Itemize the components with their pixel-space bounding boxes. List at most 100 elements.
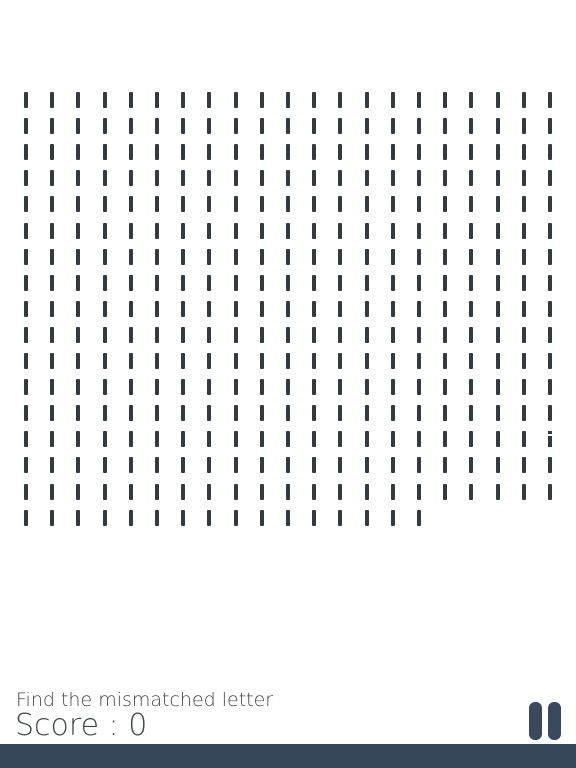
letter-cell[interactable] <box>39 165 65 191</box>
letter-cell[interactable] <box>144 218 170 244</box>
letter-cell[interactable] <box>275 87 301 113</box>
letter-cell[interactable] <box>13 296 39 322</box>
letter-cell[interactable] <box>511 479 537 505</box>
letter-cell[interactable] <box>511 113 537 139</box>
letter-cell[interactable] <box>511 374 537 400</box>
letter-cell[interactable] <box>380 87 406 113</box>
letter-cell[interactable] <box>39 374 65 400</box>
letter-cell[interactable] <box>144 505 170 531</box>
letter-cell[interactable] <box>432 452 458 478</box>
letter-cell[interactable] <box>170 348 196 374</box>
letter-cell[interactable] <box>458 139 484 165</box>
letter-cell[interactable] <box>65 296 91 322</box>
letter-cell[interactable] <box>65 113 91 139</box>
letter-cell[interactable] <box>354 244 380 270</box>
letter-cell[interactable] <box>275 244 301 270</box>
letter-cell[interactable] <box>511 348 537 374</box>
letter-cell[interactable] <box>485 452 511 478</box>
letter-cell[interactable] <box>485 113 511 139</box>
letter-cell[interactable] <box>170 505 196 531</box>
letter-cell[interactable] <box>354 87 380 113</box>
letter-cell[interactable] <box>511 87 537 113</box>
letter-cell[interactable] <box>275 479 301 505</box>
letter-cell[interactable] <box>39 218 65 244</box>
letter-cell[interactable] <box>170 87 196 113</box>
letter-cell[interactable] <box>511 400 537 426</box>
letter-cell[interactable] <box>144 374 170 400</box>
letter-cell[interactable] <box>118 244 144 270</box>
letter-cell[interactable] <box>65 191 91 217</box>
letter-cell[interactable] <box>354 505 380 531</box>
letter-cell[interactable] <box>354 400 380 426</box>
letter-cell[interactable] <box>354 270 380 296</box>
letter-cell[interactable] <box>249 322 275 348</box>
letter-cell[interactable] <box>327 270 353 296</box>
letter-cell[interactable] <box>249 191 275 217</box>
letter-cell[interactable] <box>406 296 432 322</box>
letter-cell[interactable] <box>13 113 39 139</box>
letter-cell[interactable] <box>65 505 91 531</box>
letter-cell[interactable] <box>406 87 432 113</box>
letter-cell[interactable] <box>92 244 118 270</box>
letter-cell[interactable] <box>223 218 249 244</box>
letter-cell[interactable] <box>485 191 511 217</box>
letter-cell[interactable] <box>170 165 196 191</box>
letter-cell[interactable] <box>275 218 301 244</box>
letter-cell[interactable] <box>144 165 170 191</box>
letter-cell[interactable] <box>13 322 39 348</box>
letter-cell[interactable] <box>458 191 484 217</box>
letter-cell[interactable] <box>144 426 170 452</box>
letter-cell[interactable] <box>380 113 406 139</box>
letter-cell[interactable] <box>223 113 249 139</box>
letter-cell[interactable] <box>196 165 222 191</box>
letter-cell[interactable] <box>39 479 65 505</box>
letter-cell[interactable] <box>118 426 144 452</box>
letter-cell[interactable] <box>144 296 170 322</box>
letter-cell[interactable] <box>301 165 327 191</box>
letter-cell[interactable] <box>249 426 275 452</box>
letter-cell[interactable] <box>275 191 301 217</box>
letter-cell[interactable] <box>485 348 511 374</box>
letter-cell[interactable] <box>65 270 91 296</box>
letter-cell[interactable] <box>380 165 406 191</box>
letter-cell[interactable] <box>39 113 65 139</box>
letter-cell[interactable] <box>432 244 458 270</box>
letter-cell[interactable] <box>275 165 301 191</box>
letter-cell[interactable] <box>327 165 353 191</box>
letter-cell[interactable] <box>13 452 39 478</box>
letter-cell[interactable] <box>354 348 380 374</box>
letter-cell[interactable] <box>327 113 353 139</box>
letter-cell[interactable] <box>406 218 432 244</box>
letter-cell[interactable] <box>170 296 196 322</box>
letter-cell[interactable] <box>275 374 301 400</box>
letter-cell[interactable] <box>170 270 196 296</box>
letter-cell[interactable] <box>118 479 144 505</box>
letter-cell[interactable] <box>537 270 563 296</box>
letter-cell[interactable] <box>485 322 511 348</box>
letter-cell[interactable] <box>432 348 458 374</box>
letter-cell[interactable] <box>92 165 118 191</box>
letter-cell[interactable] <box>406 348 432 374</box>
letter-cell[interactable] <box>432 374 458 400</box>
letter-cell[interactable] <box>406 452 432 478</box>
letter-cell[interactable] <box>354 296 380 322</box>
letter-cell[interactable] <box>485 165 511 191</box>
letter-cell[interactable] <box>196 87 222 113</box>
letter-cell[interactable] <box>354 452 380 478</box>
letter-cell[interactable] <box>13 139 39 165</box>
letter-cell[interactable] <box>196 113 222 139</box>
letter-cell[interactable] <box>537 218 563 244</box>
letter-cell[interactable] <box>144 479 170 505</box>
letter-cell[interactable] <box>354 165 380 191</box>
letter-cell[interactable] <box>92 452 118 478</box>
letter-cell[interactable] <box>275 139 301 165</box>
letter-cell[interactable] <box>144 191 170 217</box>
letter-cell[interactable] <box>39 400 65 426</box>
letter-cell[interactable] <box>406 244 432 270</box>
letter-cell[interactable] <box>92 505 118 531</box>
letter-cell[interactable] <box>65 348 91 374</box>
letter-cell[interactable] <box>380 244 406 270</box>
letter-cell[interactable] <box>406 400 432 426</box>
letter-cell[interactable] <box>458 296 484 322</box>
letter-cell[interactable] <box>65 244 91 270</box>
